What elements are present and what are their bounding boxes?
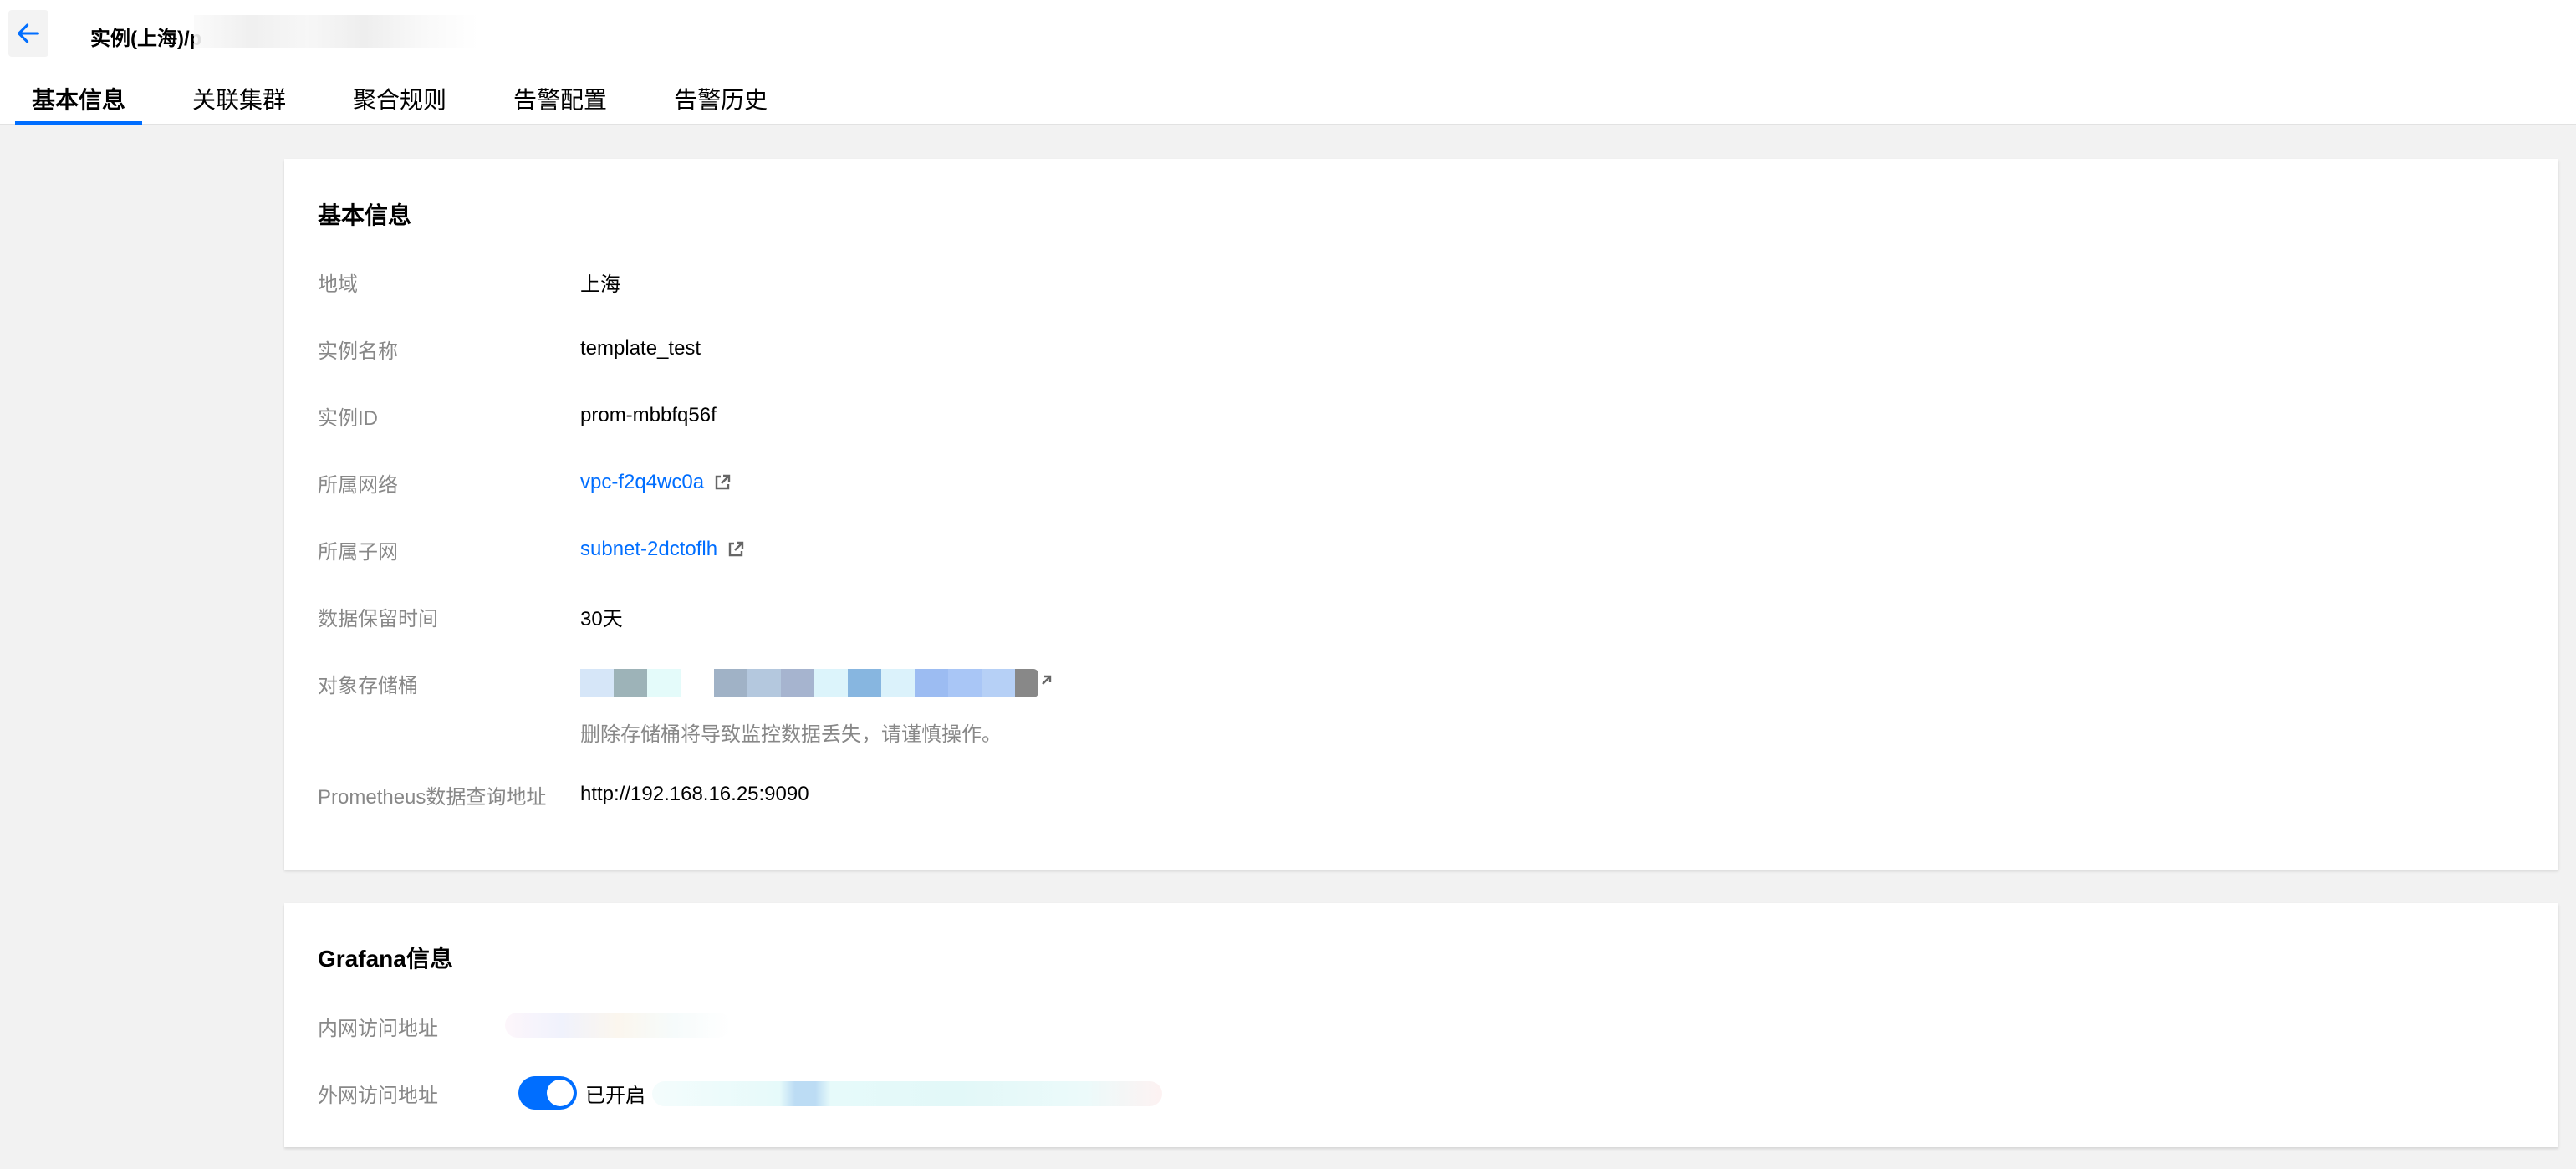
row-instance-id: 实例ID prom-mbbfq56f: [318, 399, 717, 432]
vpc-link[interactable]: vpc-f2q4wc0a: [580, 471, 704, 494]
tab-aggregation-rules[interactable]: 聚合规则: [336, 80, 463, 125]
top-bar: 实例(上海)/p 基本信息 关联集群 聚合规则 告警配置 告警历史: [0, 0, 2576, 125]
row-region: 地域 上海: [318, 265, 620, 299]
redacted-title-suffix: [194, 15, 478, 48]
external-link-icon[interactable]: [712, 472, 732, 493]
page-title: 实例(上海)/p: [90, 28, 202, 50]
tab-basic-info[interactable]: 基本信息: [15, 80, 143, 125]
grafana-info-title: Grafana信息: [318, 946, 453, 972]
bucket-warning-hint: 删除存储桶将导致监控数据丢失，请谨慎操作。: [580, 723, 1002, 746]
redacted-bucket-name[interactable]: [580, 669, 1038, 697]
tab-alert-history[interactable]: 告警历史: [657, 80, 784, 125]
vpc-label: 所属网络: [318, 473, 398, 497]
back-button[interactable]: [8, 10, 48, 57]
subnet-link[interactable]: subnet-2dctoflh: [580, 538, 717, 561]
tab-bar: 基本信息 关联集群 聚合规则 告警配置 告警历史: [15, 80, 818, 125]
grafana-info-card: Grafana信息 内网访问地址 外网访问地址 已开启: [284, 903, 2558, 1147]
row-instance-name: 实例名称 template_test: [318, 332, 701, 365]
basic-info-card: 基本信息 地域 上海 实例名称 template_test 实例ID prom-…: [284, 159, 2558, 870]
arrow-left-icon: [18, 23, 39, 43]
row-bucket: 对象存储桶: [318, 666, 1053, 700]
redacted-internal-url: [505, 1013, 731, 1038]
tab-alert-config[interactable]: 告警配置: [497, 80, 624, 125]
instance-id-value: prom-mbbfq56f: [580, 404, 717, 426]
instance-id-label: 实例ID: [318, 406, 378, 430]
prometheus-url-label: Prometheus数据查询地址: [318, 785, 547, 809]
row-prometheus-url: Prometheus数据查询地址 http://192.168.16.25:90…: [318, 778, 809, 811]
redacted-external-url: [652, 1081, 1162, 1106]
basic-info-title: 基本信息: [318, 202, 412, 228]
external-link-icon[interactable]: [726, 539, 746, 559]
retention-label: 数据保留时间: [318, 607, 438, 630]
external-access-toggle[interactable]: [518, 1076, 577, 1110]
bucket-label: 对象存储桶: [318, 674, 418, 697]
row-subnet: 所属子网 subnet-2dctoflh: [318, 533, 746, 566]
tab-related-clusters[interactable]: 关联集群: [176, 80, 303, 125]
subnet-label: 所属子网: [318, 540, 398, 564]
region-label: 地域: [318, 273, 358, 296]
toggle-status-label: 已开启: [585, 1084, 645, 1107]
instance-name-label: 实例名称: [318, 339, 398, 363]
instance-name-value: template_test: [580, 337, 701, 360]
row-retention: 数据保留时间 30天: [318, 600, 623, 633]
region-value: 上海: [580, 273, 620, 296]
row-external-url: 外网访问地址 已开启: [318, 1076, 645, 1110]
row-vpc: 所属网络 vpc-f2q4wc0a: [318, 466, 732, 499]
retention-value: 30天: [580, 607, 623, 630]
external-url-label: 外网访问地址: [318, 1084, 438, 1107]
prometheus-url-value: http://192.168.16.25:9090: [580, 783, 809, 805]
external-link-icon[interactable]: [1033, 673, 1053, 693]
